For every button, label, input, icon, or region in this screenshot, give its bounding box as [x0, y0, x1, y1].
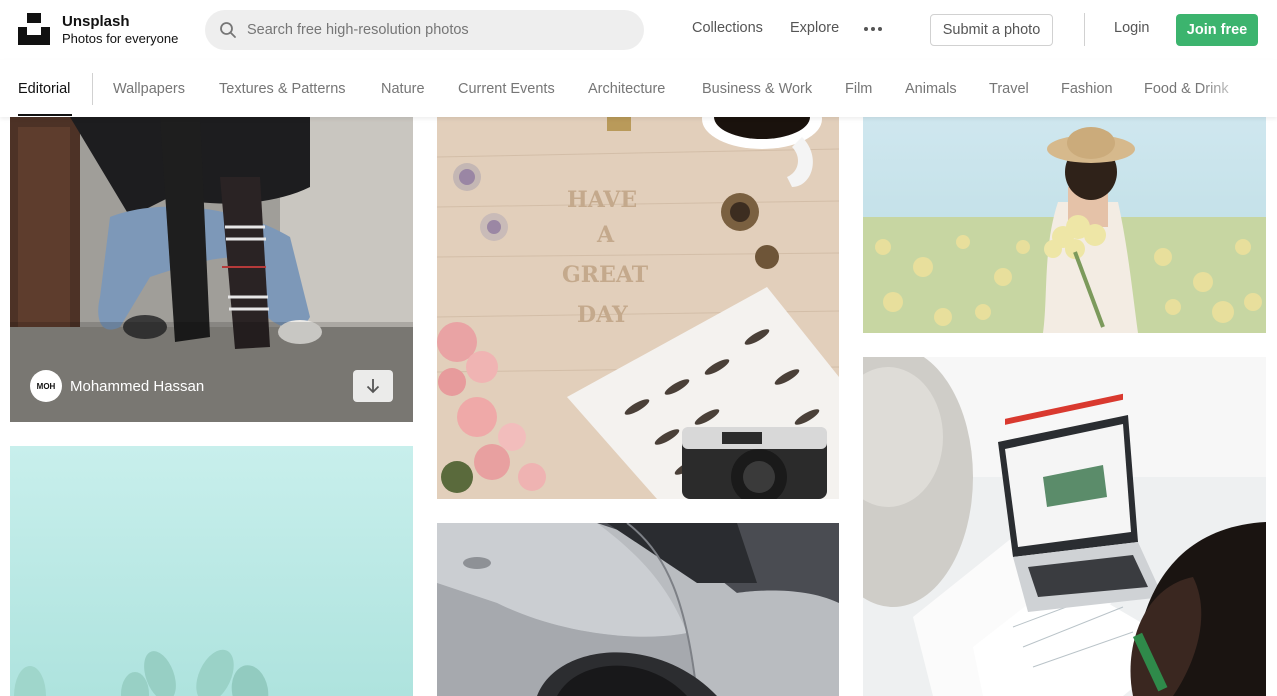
- tab-architecture[interactable]: Architecture: [588, 81, 665, 97]
- header-divider: [1084, 13, 1085, 46]
- photo-card-laptop-office[interactable]: [863, 357, 1266, 696]
- submit-photo-button[interactable]: Submit a photo: [930, 14, 1053, 46]
- tab-travel[interactable]: Travel: [989, 81, 1029, 97]
- letter-word-have: HAVE: [567, 187, 637, 213]
- tab-business-work[interactable]: Business & Work: [702, 81, 812, 97]
- ellipsis-icon[interactable]: [862, 22, 884, 36]
- photo-card-flower-field[interactable]: [863, 117, 1266, 333]
- active-tab-indicator: [18, 114, 72, 116]
- login-link[interactable]: Login: [1114, 20, 1149, 36]
- tab-fashion[interactable]: Fashion: [1061, 81, 1113, 97]
- download-arrow-icon: [366, 379, 380, 394]
- photo-flower-field: [863, 117, 1266, 333]
- tab-wallpapers[interactable]: Wallpapers: [113, 81, 185, 97]
- brand-name: Unsplash: [62, 13, 130, 30]
- tab-editorial[interactable]: Editorial: [18, 81, 70, 97]
- brand[interactable]: Unsplash Photos for everyone: [62, 13, 178, 47]
- tab-nature[interactable]: Nature: [381, 81, 425, 97]
- search-bar[interactable]: [205, 10, 644, 50]
- search-icon[interactable]: [219, 21, 237, 39]
- letter-word-great: GREAT: [562, 262, 649, 288]
- category-nav: Editorial Wallpapers Textures & Patterns…: [0, 60, 1277, 117]
- search-input[interactable]: [247, 10, 627, 50]
- tab-animals[interactable]: Animals: [905, 81, 957, 97]
- category-scroll-fade: [1200, 60, 1277, 117]
- letter-word-a: A: [596, 222, 615, 248]
- unsplash-logo-icon[interactable]: [18, 13, 50, 45]
- letter-word-day: DAY: [577, 302, 628, 328]
- avatar[interactable]: MOH: [30, 370, 62, 402]
- photo-card-mint-leaves[interactable]: [10, 446, 413, 696]
- photo-card-letter-board[interactable]: HAVE A GREAT DAY: [437, 117, 839, 499]
- category-divider: [92, 73, 93, 105]
- nav-explore[interactable]: Explore: [790, 20, 839, 36]
- tab-film[interactable]: Film: [845, 81, 872, 97]
- tab-textures-patterns[interactable]: Textures & Patterns: [219, 81, 346, 97]
- photo-silver-car: [437, 523, 839, 696]
- download-button[interactable]: [353, 370, 393, 402]
- photo-card-person-scarf[interactable]: MOH Mohammed Hassan: [10, 117, 413, 422]
- tab-current-events[interactable]: Current Events: [458, 81, 555, 97]
- photo-laptop-office: [863, 357, 1266, 696]
- nav-collections[interactable]: Collections: [692, 20, 763, 36]
- photo-mint-leaves: [10, 446, 413, 696]
- author-name[interactable]: Mohammed Hassan: [70, 378, 204, 395]
- photo-card-silver-car[interactable]: [437, 523, 839, 696]
- join-free-button[interactable]: Join free: [1176, 14, 1258, 46]
- top-bar: Unsplash Photos for everyone Collections…: [0, 0, 1277, 60]
- brand-tagline: Photos for everyone: [62, 31, 179, 46]
- author-info[interactable]: MOH Mohammed Hassan: [30, 370, 204, 402]
- photo-letter-board: HAVE A GREAT DAY: [437, 117, 839, 499]
